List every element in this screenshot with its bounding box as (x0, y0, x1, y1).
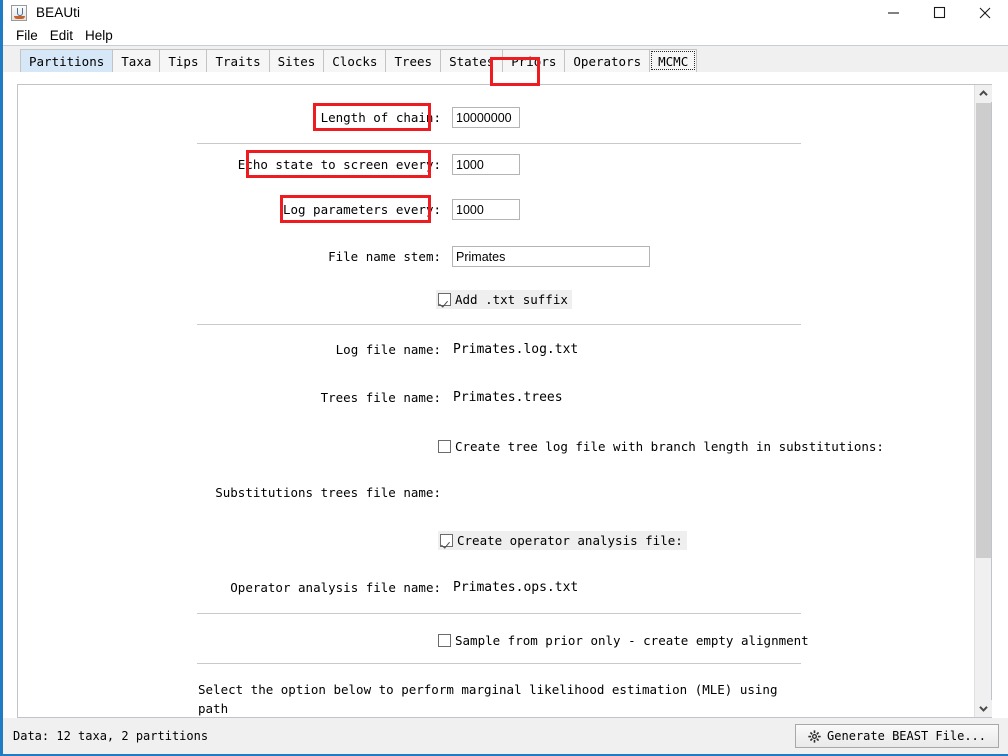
status-bar: Data: 12 taxa, 2 partitions Generate BEA… (3, 718, 1008, 754)
tab-mcmc[interactable]: MCMC (649, 49, 698, 72)
tab-trees[interactable]: Trees (385, 49, 442, 72)
close-icon[interactable] (962, 0, 1008, 25)
mle-description: Select the option below to perform margi… (198, 680, 808, 717)
window-controls (870, 0, 1008, 25)
label-length-of-chain: Length of chain: (320, 110, 441, 125)
label-log-parameters: Log parameters every: (282, 202, 441, 217)
label-sample-from-prior: Sample from prior only - create empty al… (455, 633, 809, 648)
input-length-of-chain[interactable] (452, 107, 520, 128)
row-substitutions-trees-file-name: Substitutions trees file name: (143, 485, 663, 500)
value-trees-file-name: Primates.trees (453, 390, 563, 405)
label-create-operator-analysis: Create operator analysis file: (457, 533, 683, 548)
tab-partitions[interactable]: Partitions (20, 49, 114, 72)
generate-beast-file-button[interactable]: Generate BEAST File... (795, 724, 999, 748)
divider-3 (197, 613, 801, 614)
scrollbar-thumb[interactable] (976, 103, 991, 558)
label-echo-state: Echo state to screen every: (237, 157, 441, 172)
tab-priors[interactable]: Priors (502, 49, 566, 72)
checkbox-sample-from-prior[interactable] (438, 634, 451, 647)
row-length-of-chain: Length of chain: (143, 107, 563, 128)
row-operator-analysis-file-name: Operator analysis file name: Primates.op… (143, 580, 663, 595)
tab-states[interactable]: States (440, 49, 504, 72)
label-add-txt-suffix: Add .txt suffix (455, 292, 568, 307)
menu-file[interactable]: File (10, 26, 44, 45)
divider-4 (197, 663, 801, 664)
divider-2 (197, 324, 801, 325)
input-log-parameters[interactable] (452, 199, 520, 220)
tab-tips[interactable]: Tips (159, 49, 208, 72)
label-trees-file-name: Trees file name: (320, 390, 441, 405)
divider-1 (197, 143, 801, 144)
menu-bar: File Edit Help (3, 25, 1008, 46)
label-log-file-name: Log file name: (335, 342, 441, 357)
tab-traits[interactable]: Traits (206, 49, 270, 72)
label-substitutions-trees-file-name: Substitutions trees file name: (215, 485, 441, 500)
input-file-name-stem[interactable] (452, 246, 650, 267)
chevron-up-icon[interactable] (975, 85, 992, 102)
input-echo-state[interactable] (452, 154, 520, 175)
window-title: BEAUti (36, 5, 81, 20)
row-log-file-name: Log file name: Primates.log.txt (143, 342, 663, 357)
gear-icon (808, 729, 821, 743)
row-trees-file-name: Trees file name: Primates.trees (143, 390, 663, 405)
data-summary: Data: 12 taxa, 2 partitions (13, 729, 209, 743)
tab-operators[interactable]: Operators (564, 49, 651, 72)
row-log-parameters: Log parameters every: (143, 199, 563, 220)
label-create-tree-log-substitutions: Create tree log file with branch length … (455, 439, 884, 454)
checkbox-create-tree-log-substitutions[interactable] (438, 440, 451, 453)
minimize-icon[interactable] (870, 0, 916, 25)
checkbox-row-create-operator-analysis[interactable]: Create operator analysis file: (438, 531, 687, 550)
mcmc-panel: Length of chain: Echo state to screen ev… (17, 84, 992, 718)
label-file-name-stem: File name stem: (328, 249, 441, 264)
generate-beast-file-label: Generate BEAST File... (827, 729, 986, 743)
menu-help[interactable]: Help (79, 26, 119, 45)
chevron-down-icon[interactable] (975, 700, 992, 717)
beauti-window: BEAUti File Edit Help Partitions Taxa Ti… (0, 0, 1008, 756)
tab-clocks[interactable]: Clocks (323, 49, 387, 72)
checkbox-create-operator-analysis[interactable] (440, 534, 453, 547)
title-bar: BEAUti (3, 0, 1008, 25)
row-file-name-stem: File name stem: (143, 246, 663, 267)
checkbox-row-create-tree-log-substitutions[interactable]: Create tree log file with branch length … (438, 439, 884, 454)
maximize-icon[interactable] (916, 0, 962, 25)
label-operator-analysis-file-name: Operator analysis file name: (230, 580, 441, 595)
tab-sites[interactable]: Sites (268, 49, 325, 72)
checkbox-add-txt-suffix[interactable] (438, 293, 451, 306)
checkbox-row-add-txt-suffix[interactable]: Add .txt suffix (436, 290, 572, 309)
tab-bar: Partitions Taxa Tips Traits Sites Clocks… (3, 46, 1008, 72)
vertical-scrollbar[interactable] (974, 85, 992, 717)
menu-edit[interactable]: Edit (44, 26, 79, 45)
tab-taxa[interactable]: Taxa (112, 49, 161, 72)
mcmc-form: Length of chain: Echo state to screen ev… (18, 85, 974, 717)
row-echo-state: Echo state to screen every: (143, 154, 563, 175)
java-coffee-cup-icon (11, 4, 27, 21)
value-log-file-name: Primates.log.txt (453, 342, 579, 357)
value-operator-analysis-file-name: Primates.ops.txt (453, 580, 579, 595)
mle-line-1: Select the option below to perform margi… (198, 682, 778, 716)
checkbox-row-sample-from-prior[interactable]: Sample from prior only - create empty al… (438, 633, 809, 648)
